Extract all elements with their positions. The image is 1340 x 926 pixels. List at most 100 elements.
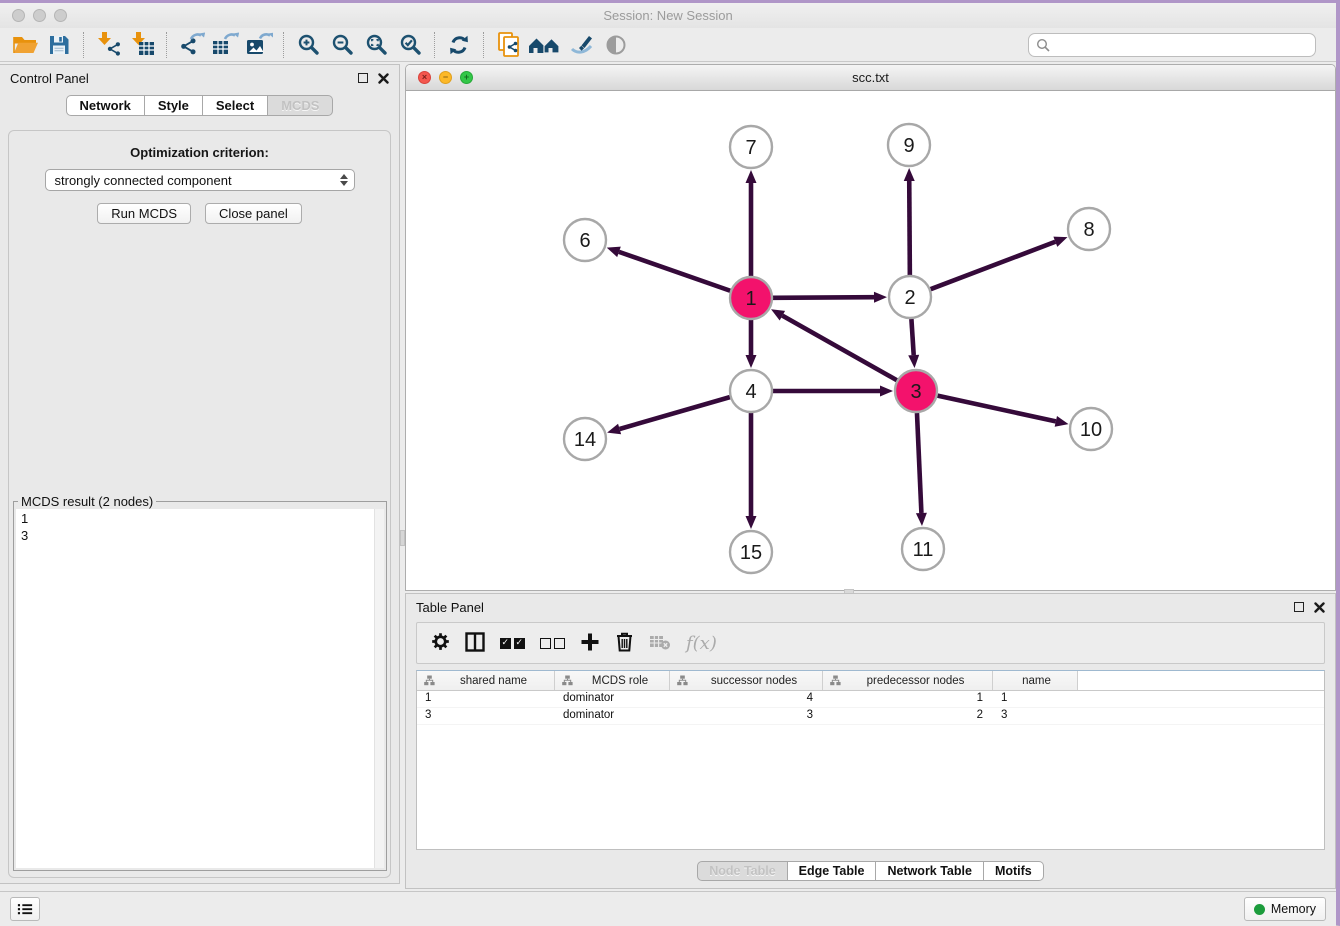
delete-table-button[interactable]: [649, 633, 671, 654]
graph-edge-3-10[interactable]: [937, 396, 1055, 422]
show-all-networks-button[interactable]: [525, 30, 565, 60]
save-session-button[interactable]: [42, 30, 76, 60]
close-panel-icon[interactable]: [1314, 602, 1325, 613]
select-all-button[interactable]: [500, 638, 525, 649]
window-title: Session: New Session: [0, 8, 1336, 23]
tab-motifs[interactable]: Motifs: [984, 861, 1044, 881]
splitter-handle[interactable]: [400, 530, 405, 546]
table-cell[interactable]: dominator: [555, 708, 670, 724]
tab-select[interactable]: Select: [203, 95, 268, 116]
table-panel-tabs: Node TableEdge TableNetwork TableMotifs: [406, 861, 1335, 881]
show-hide-button[interactable]: [599, 30, 633, 60]
graph-edge-2-8[interactable]: [931, 242, 1056, 289]
table-row[interactable]: 1dominator411: [417, 691, 1324, 708]
toolbar-separator: [483, 32, 484, 58]
table-row[interactable]: 3dominator323: [417, 708, 1324, 725]
column-header-mcds-role[interactable]: MCDS role: [555, 671, 670, 690]
export-network-button[interactable]: [174, 30, 208, 60]
tab-style[interactable]: Style: [145, 95, 203, 116]
column-header-shared-name[interactable]: shared name: [417, 671, 555, 690]
refresh-icon: [447, 33, 471, 57]
float-panel-icon[interactable]: [358, 73, 368, 83]
table-cell[interactable]: dominator: [555, 691, 670, 707]
graph-edge-3-11[interactable]: [917, 413, 921, 513]
table-header-row: shared nameMCDS rolesuccessor nodesprede…: [417, 671, 1324, 691]
graph-node-6[interactable]: 6: [564, 219, 606, 261]
zoom-out-button[interactable]: [325, 30, 359, 60]
table-cell[interactable]: 3: [670, 708, 823, 724]
graph-edge-4-14[interactable]: [620, 397, 730, 429]
column-header-name[interactable]: name: [993, 671, 1078, 690]
tab-network[interactable]: Network: [66, 95, 145, 116]
graph-edge-2-9[interactable]: [909, 181, 910, 275]
import-table-button[interactable]: [125, 30, 159, 60]
graph-node-2[interactable]: 2: [889, 276, 931, 318]
graph-node-8[interactable]: 8: [1068, 208, 1110, 250]
table-cell[interactable]: 1: [823, 691, 993, 707]
graph-edge-1-6[interactable]: [619, 252, 730, 291]
graph-node-4[interactable]: 4: [730, 370, 772, 412]
export-table-button[interactable]: [208, 30, 242, 60]
graph-node-1[interactable]: 1: [730, 277, 772, 319]
table-cell[interactable]: 3: [993, 708, 1078, 724]
criterion-select[interactable]: strongly connected component: [45, 169, 355, 191]
task-history-button[interactable]: [10, 897, 40, 921]
close-panel-icon[interactable]: [378, 73, 389, 84]
run-mcds-button[interactable]: Run MCDS: [97, 203, 191, 224]
export-image-button[interactable]: [242, 30, 276, 60]
import-network-icon: [95, 31, 122, 58]
graph-node-15[interactable]: 15: [730, 531, 772, 573]
tab-node-table[interactable]: Node Table: [697, 861, 787, 881]
apply-style-button[interactable]: [565, 30, 599, 60]
zoom-in-button[interactable]: [291, 30, 325, 60]
float-panel-icon[interactable]: [1294, 602, 1304, 612]
memory-button[interactable]: Memory: [1244, 897, 1326, 921]
graph-node-11[interactable]: 11: [902, 528, 944, 570]
table-cell[interactable]: 2: [823, 708, 993, 724]
import-network-button[interactable]: [91, 30, 125, 60]
tab-edge-table[interactable]: Edge Table: [788, 861, 877, 881]
tab-mcds[interactable]: MCDS: [268, 95, 333, 116]
open-session-button[interactable]: [8, 30, 42, 60]
clone-network-button[interactable]: [491, 30, 525, 60]
graph-node-14[interactable]: 14: [564, 418, 606, 460]
main-toolbar: [0, 28, 1336, 62]
control-panel: Control Panel NetworkStyleSelectMCDS Opt…: [0, 64, 400, 884]
deselect-all-button[interactable]: [540, 638, 565, 649]
zoom-fit-button[interactable]: [359, 30, 393, 60]
zoom-in-icon: [297, 33, 320, 56]
svg-text:1: 1: [745, 288, 756, 310]
column-header-predecessor-nodes[interactable]: predecessor nodes: [823, 671, 993, 690]
graph-node-9[interactable]: 9: [888, 124, 930, 166]
function-builder-button[interactable]: f(x): [686, 633, 717, 654]
table-cell[interactable]: 1: [993, 691, 1078, 707]
table-cell[interactable]: 4: [670, 691, 823, 707]
graph-node-3[interactable]: 3: [895, 370, 937, 412]
column-header-successor-nodes[interactable]: successor nodes: [670, 671, 823, 690]
graph-edge-3-1[interactable]: [782, 316, 896, 381]
graph-node-7[interactable]: 7: [730, 126, 772, 168]
svg-text:3: 3: [910, 381, 921, 403]
zoom-selected-button[interactable]: [393, 30, 427, 60]
search-input[interactable]: [1055, 37, 1308, 53]
arrowhead-icon: [916, 513, 927, 526]
graph-node-10[interactable]: 10: [1070, 408, 1112, 450]
graph-edge-2-3[interactable]: [911, 319, 913, 355]
table-cell[interactable]: 1: [417, 691, 555, 707]
arrowhead-icon: [904, 168, 915, 181]
table-settings-button[interactable]: [431, 632, 450, 654]
save-icon: [47, 33, 71, 57]
refresh-view-button[interactable]: [442, 30, 476, 60]
table-cell[interactable]: 3: [417, 708, 555, 724]
tab-network-table[interactable]: Network Table: [876, 861, 984, 881]
close-panel-button[interactable]: Close panel: [205, 203, 302, 224]
network-canvas[interactable]: 7 9 6 8 1 2 4 3 14 10 15 11: [406, 91, 1335, 590]
mcds-result-text: 1 3: [16, 509, 384, 545]
result-scrollbar[interactable]: [374, 509, 384, 868]
delete-column-button[interactable]: [615, 631, 634, 655]
checked-checkbox-icon: [500, 638, 511, 649]
add-column-button[interactable]: [580, 632, 600, 655]
column-selector-button[interactable]: [465, 632, 485, 655]
gear-icon: [431, 632, 450, 651]
graph-edge-1-2[interactable]: [773, 297, 874, 298]
